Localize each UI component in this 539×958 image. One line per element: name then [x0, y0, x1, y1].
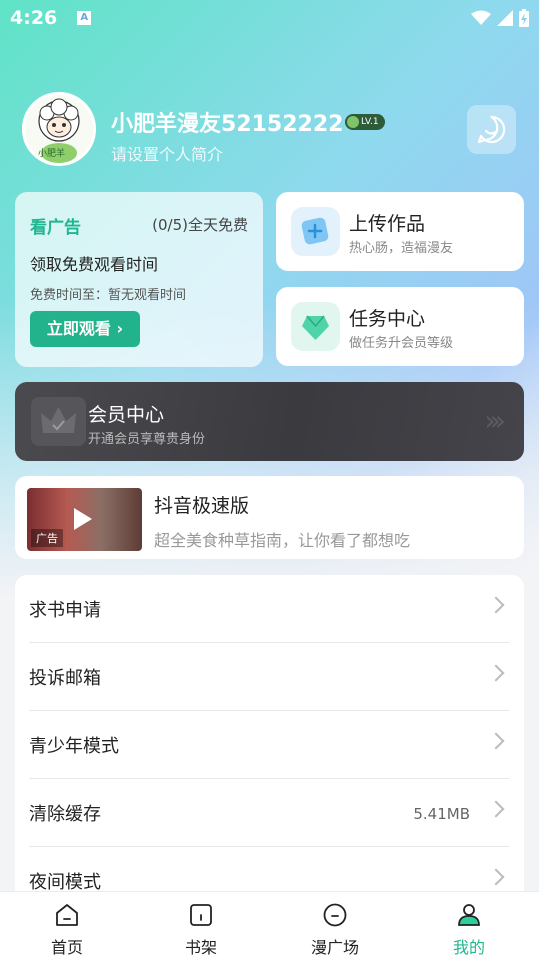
- menu-item-clear-cache[interactable]: 清除缓存 5.41MB: [15, 779, 524, 847]
- message-button[interactable]: [467, 105, 516, 154]
- nav-comic-square[interactable]: 漫广场: [268, 892, 402, 958]
- nav-bookshelf[interactable]: 书架: [134, 892, 268, 958]
- nav-home[interactable]: 首页: [0, 892, 134, 958]
- menu-item-complaint-email[interactable]: 投诉邮箱: [15, 643, 524, 711]
- nav-mine[interactable]: 我的: [402, 892, 536, 958]
- upload-icon: [291, 207, 340, 256]
- douyin-title: 抖音极速版: [154, 495, 250, 517]
- chevron-right-icon: [487, 868, 505, 886]
- ad-title: 看广告: [30, 218, 81, 238]
- watch-now-label: 立即观看: [46, 319, 111, 338]
- level-badge: LV.1: [345, 114, 385, 130]
- ad-tag: 广告: [31, 529, 63, 547]
- bio-text[interactable]: 请设置个人简介: [111, 141, 223, 165]
- upload-title: 上传作品: [349, 213, 426, 235]
- watch-now-button[interactable]: 立即观看 ›: [30, 311, 140, 347]
- vip-subtitle: 开通会员享尊贵身份: [88, 432, 206, 447]
- menu-item-teen-mode[interactable]: 青少年模式: [15, 711, 524, 779]
- user-icon: [458, 904, 480, 926]
- douyin-subtitle: 超全美食种草指南，让你看了都想吃: [154, 531, 411, 550]
- vip-title: 会员中心: [88, 404, 165, 426]
- status-icons: [471, 9, 529, 27]
- chevron-right-icon: [487, 732, 505, 750]
- nav-label: 漫广场: [310, 938, 359, 957]
- nickname[interactable]: 小肥羊漫友52152222: [111, 106, 343, 138]
- menu-item-label: 清除缓存: [29, 804, 101, 825]
- nav-label: 首页: [50, 938, 83, 957]
- ad-free-time: 免费时间至：暂无观看时间: [30, 288, 187, 303]
- task-subtitle: 做任务升会员等级: [349, 336, 454, 351]
- task-center-card[interactable]: 任务中心 做任务升会员等级: [276, 287, 524, 366]
- triple-chevron-icon: ›››: [484, 404, 505, 437]
- signal-icon: [497, 10, 513, 26]
- upload-works-card[interactable]: 上传作品 热心肠，造福漫友: [276, 192, 524, 271]
- vip-center-card[interactable]: 会员中心 开通会员享尊贵身份 ›››: [15, 382, 524, 461]
- ad-count: (0/5)全天免费: [152, 216, 248, 234]
- bookshelf-icon: [190, 904, 212, 926]
- avatar[interactable]: 小肥羊: [22, 92, 96, 166]
- bottom-nav: 首页 书架 漫广场 我的: [0, 891, 539, 958]
- task-title: 任务中心: [349, 308, 426, 330]
- chevron-right-icon: [487, 596, 505, 614]
- ad-desc: 领取免费观看时间: [30, 255, 159, 274]
- level-text: LV.1: [361, 117, 379, 127]
- crown-icon: [31, 397, 86, 446]
- ad-thumbnail: 广告: [27, 488, 142, 551]
- menu-item-label: 青少年模式: [29, 736, 119, 757]
- nav-label: 我的: [452, 938, 485, 957]
- a-icon: A: [77, 11, 92, 25]
- status-time: 4:26: [10, 7, 58, 29]
- menu-item-book-request[interactable]: 求书申请: [15, 575, 524, 643]
- chevron-right-icon: [487, 664, 505, 682]
- douyin-ad-card[interactable]: 广告 抖音极速版 超全美食种草指南，让你看了都想吃: [15, 476, 524, 559]
- smile-face-icon: [323, 903, 347, 927]
- battery-icon: [519, 9, 529, 27]
- upload-subtitle: 热心肠，造福漫友: [349, 241, 454, 256]
- avatar-text: 小肥羊: [38, 149, 66, 159]
- nav-label: 书架: [184, 938, 217, 957]
- home-icon: [56, 904, 78, 926]
- chevron-right-icon: [487, 800, 505, 818]
- watch-ad-card: 看广告 (0/5)全天免费 领取免费观看时间 免费时间至：暂无观看时间 立即观看…: [15, 192, 263, 367]
- status-bar: 4:26 A: [0, 0, 539, 36]
- menu-item-label: 求书申请: [29, 600, 101, 621]
- play-icon: [74, 508, 92, 530]
- menu-item-label: 投诉邮箱: [29, 668, 101, 689]
- profile-header: 小肥羊 小肥羊漫友52152222 LV.1 请设置个人简介: [22, 92, 518, 170]
- cache-size: 5.41MB: [413, 805, 470, 823]
- level-icon: [347, 116, 359, 128]
- settings-menu: 求书申请 投诉邮箱 青少年模式 清除缓存 5.41MB 夜间模式: [15, 575, 524, 915]
- wifi-icon: [471, 10, 491, 25]
- diamond-icon: [291, 302, 340, 351]
- chevron-right-icon: ›: [116, 319, 124, 338]
- chat-bubble-icon: [477, 115, 506, 144]
